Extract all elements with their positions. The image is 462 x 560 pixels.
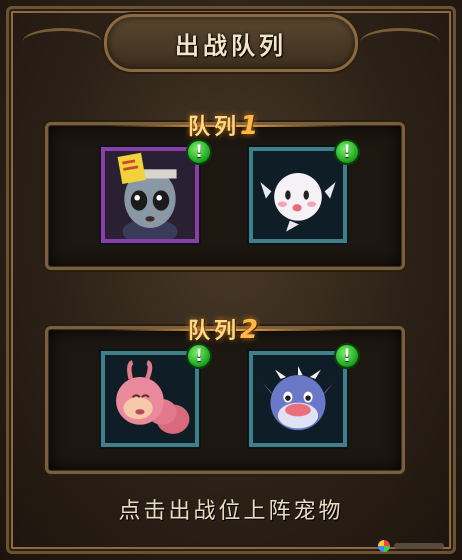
zombie-doll-pet-icon xyxy=(105,151,195,239)
pet-slot-white-pufferfish[interactable] xyxy=(249,147,347,243)
alert-icon: ! xyxy=(334,139,360,165)
pink-worm-pet-icon xyxy=(105,355,195,443)
pet-slot-pink-worm[interactable] xyxy=(101,351,199,447)
team-panel-1: 队列1 ! ! xyxy=(45,111,405,270)
title-plaque: 出战队列 xyxy=(104,14,358,72)
team-label-text: 队列 xyxy=(187,319,240,344)
pet-lineup-screen: 出战队列 队列1 ! ! 队列2 ! ! 点击出战位上阵宠物 xyxy=(0,0,462,560)
watermark-logo xyxy=(378,538,448,554)
team-number: 1 xyxy=(239,111,263,141)
ornament-right xyxy=(360,28,440,57)
alert-icon: ! xyxy=(334,343,360,369)
ornament-left xyxy=(22,28,102,57)
pet-slot-blue-pufferfish[interactable] xyxy=(249,351,347,447)
team-label-1: 队列1 xyxy=(188,109,262,141)
white-pufferfish-pet-icon xyxy=(253,151,343,239)
team-panel-2: 队列2 ! ! xyxy=(45,315,405,474)
team-number: 2 xyxy=(239,315,263,345)
blue-pufferfish-pet-icon xyxy=(253,355,343,443)
pet-slot-zombie-doll[interactable] xyxy=(101,147,199,243)
alert-icon: ! xyxy=(186,139,212,165)
alert-icon: ! xyxy=(186,343,212,369)
instruction-text: 点击出战位上阵宠物 xyxy=(118,499,344,524)
logo-bar xyxy=(394,543,444,549)
logo-icon xyxy=(378,540,390,552)
screen-title: 出战队列 xyxy=(175,31,287,60)
team-label-text: 队列 xyxy=(187,115,240,140)
team-label-2: 队列2 xyxy=(188,313,262,345)
